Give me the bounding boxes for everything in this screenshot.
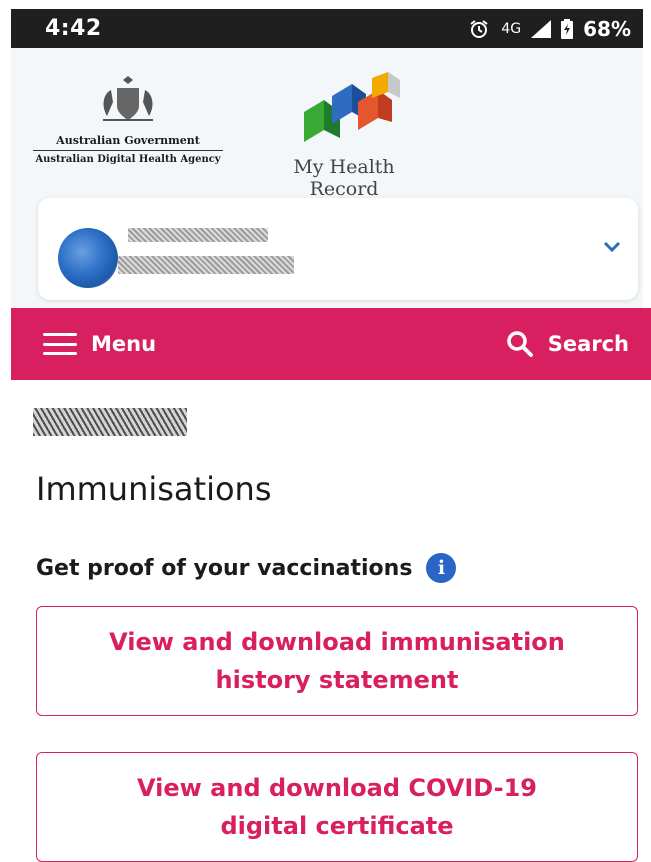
status-icons: 4G 68% xyxy=(469,17,631,41)
chevron-down-icon[interactable] xyxy=(602,236,622,256)
search-button[interactable]: Search xyxy=(506,330,629,358)
download-covid-certificate-button[interactable]: View and download COVID-19 digital certi… xyxy=(36,752,638,862)
status-time: 4:42 xyxy=(45,16,102,41)
my-health-record-mark-icon xyxy=(304,72,400,142)
profile-selector[interactable] xyxy=(38,198,638,300)
proof-heading-row: Get proof of your vaccinations i xyxy=(36,553,457,583)
search-icon xyxy=(506,331,533,357)
download-covid-certificate-label: View and download COVID-19 digital certi… xyxy=(137,773,537,840)
redacted-patient-name xyxy=(33,408,187,436)
my-health-record-title: My Health Record xyxy=(293,156,395,200)
avatar xyxy=(58,228,118,288)
battery-percent: 68% xyxy=(583,16,631,41)
gov-line1: Australian Government xyxy=(56,134,200,147)
alarm-icon xyxy=(470,19,488,38)
coat-of-arms-icon xyxy=(103,76,153,121)
app-header: Australian Government Australian Digital… xyxy=(11,48,643,308)
download-immunisation-history-button[interactable]: View and download immunisation history s… xyxy=(36,606,638,716)
menu-button[interactable]: Menu xyxy=(43,332,156,356)
redacted-profile-name xyxy=(128,228,268,242)
menu-label: Menu xyxy=(91,332,157,356)
hamburger-icon xyxy=(43,333,77,355)
battery-charging-icon xyxy=(561,18,574,39)
status-bar: 4:42 4G 68% xyxy=(11,9,643,48)
divider xyxy=(33,150,223,151)
search-label: Search xyxy=(547,332,629,356)
nav-bar: Menu Search xyxy=(11,308,651,380)
signal-icon xyxy=(531,19,552,38)
my-health-record-logo[interactable]: My Health Record xyxy=(259,72,429,200)
proof-heading: Get proof of your vaccinations xyxy=(36,555,413,581)
page-title: Immunisations xyxy=(36,470,272,508)
info-icon[interactable]: i xyxy=(426,553,457,583)
network-type: 4G xyxy=(501,20,522,37)
download-immunisation-history-label: View and download immunisation history s… xyxy=(109,627,565,694)
gov-line2: Australian Digital Health Agency xyxy=(35,154,221,165)
redacted-profile-details xyxy=(118,256,294,274)
australian-government-logo[interactable]: Australian Government Australian Digital… xyxy=(33,76,223,165)
